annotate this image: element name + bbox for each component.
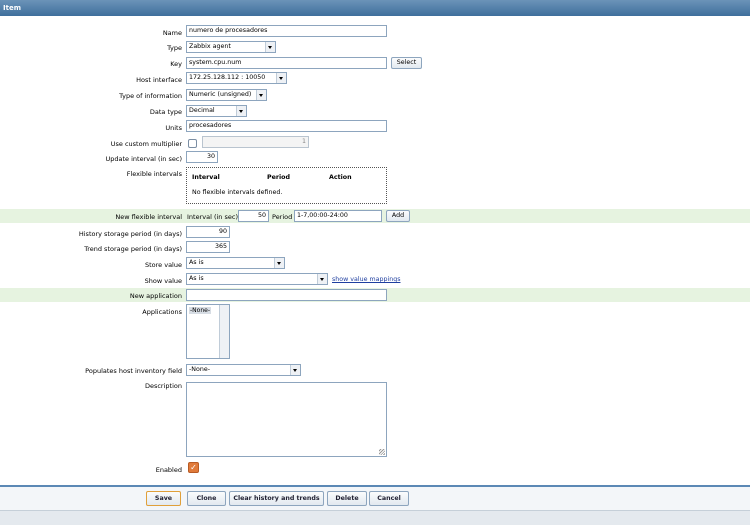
name-label: Name [162, 29, 182, 37]
new-application-label: New application [129, 292, 182, 300]
applications-label: Applications [142, 308, 182, 316]
host-interface-label: Host interface [136, 76, 182, 84]
description-textarea[interactable] [186, 382, 387, 457]
chevron-down-icon [265, 42, 275, 52]
new-flexible-interval-label: New flexible interval [115, 213, 182, 221]
flexible-intervals-label: Flexible intervals [126, 170, 182, 178]
show-value-select[interactable]: As is [186, 273, 328, 285]
chevron-down-icon [274, 258, 284, 268]
type-of-information-label: Type of information [119, 92, 182, 100]
inventory-field-label: Populates host inventory field [85, 367, 182, 375]
column-action: Action [329, 174, 352, 181]
new-interval-input[interactable]: 50 [238, 210, 269, 222]
history-label: History storage period (in days) [78, 230, 182, 238]
bottom-bar [0, 510, 750, 525]
data-type-value: Decimal [189, 107, 215, 114]
units-label: Units [165, 124, 182, 132]
units-input[interactable]: procesadores [186, 120, 387, 132]
description-label: Description [144, 382, 182, 390]
store-value-select[interactable]: As is [186, 257, 285, 269]
form-footer: Save Clone Clear history and trends Dele… [0, 487, 750, 510]
key-select-button[interactable]: Select [391, 57, 422, 69]
custom-multiplier-checkbox[interactable] [188, 139, 197, 148]
period-input[interactable]: 1-7,00:00-24:00 [294, 210, 382, 222]
flexible-intervals-empty: No flexible intervals defined. [192, 189, 283, 196]
show-value-value: As is [189, 275, 204, 282]
type-of-information-value: Numeric (unsigned) [189, 91, 252, 98]
store-value-value: As is [189, 259, 204, 266]
custom-multiplier-input[interactable]: 1 [202, 136, 309, 148]
type-of-information-select[interactable]: Numeric (unsigned) [186, 89, 267, 101]
store-value-label: Store value [144, 261, 182, 269]
type-select[interactable]: Zabbix agent [186, 41, 276, 53]
host-interface-select[interactable]: 172.25.128.112 : 10050 [186, 72, 287, 84]
delete-button[interactable]: Delete [327, 491, 367, 506]
show-value-label: Show value [144, 277, 182, 285]
applications-option[interactable]: -None- [189, 307, 211, 314]
clear-history-button[interactable]: Clear history and trends [229, 491, 324, 506]
enabled-checkbox[interactable]: ✓ [188, 462, 199, 473]
update-interval-label: Update interval (in sec) [105, 155, 182, 163]
update-interval-input[interactable]: 30 [186, 151, 218, 163]
chevron-down-icon [290, 365, 300, 375]
inventory-field-select[interactable]: -None- [186, 364, 301, 376]
chevron-down-icon [317, 274, 327, 284]
chevron-down-icon [256, 90, 266, 100]
resize-grip-icon[interactable] [379, 449, 385, 455]
column-interval: Interval [192, 174, 220, 181]
key-input[interactable]: system.cpu.num [186, 57, 387, 69]
type-select-value: Zabbix agent [189, 43, 231, 50]
show-value-mappings-link[interactable]: show value mappings [332, 276, 400, 283]
new-application-input[interactable] [186, 289, 387, 301]
trends-label: Trend storage period (in days) [84, 245, 182, 253]
flexible-intervals-table: Interval Period Action No flexible inter… [186, 167, 387, 204]
applications-listbox[interactable]: -None- [186, 304, 230, 359]
applications-scrollbar[interactable] [219, 305, 229, 358]
column-period: Period [267, 174, 290, 181]
data-type-select[interactable]: Decimal [186, 105, 247, 117]
custom-multiplier-label: Use custom multiplier [110, 140, 182, 148]
enabled-label: Enabled [155, 466, 182, 474]
add-interval-button[interactable]: Add [386, 210, 410, 222]
inventory-field-value: -None- [189, 366, 210, 373]
save-button[interactable]: Save [146, 491, 181, 506]
checkmark-icon: ✓ [190, 463, 197, 472]
history-input[interactable]: 90 [186, 226, 230, 238]
type-label: Type [167, 44, 182, 52]
interval-sec-label: Interval (in sec) [187, 213, 238, 221]
trends-input[interactable]: 365 [186, 241, 230, 253]
period-label: Period [272, 213, 293, 221]
key-label: Key [170, 60, 182, 68]
data-type-label: Data type [149, 108, 182, 116]
window-title: Item [0, 0, 750, 16]
chevron-down-icon [276, 73, 286, 83]
chevron-down-icon [236, 106, 246, 116]
clone-button[interactable]: Clone [187, 491, 226, 506]
host-interface-value: 172.25.128.112 : 10050 [189, 74, 266, 81]
name-input[interactable]: numero de procesadores [186, 25, 387, 37]
cancel-button[interactable]: Cancel [369, 491, 409, 506]
